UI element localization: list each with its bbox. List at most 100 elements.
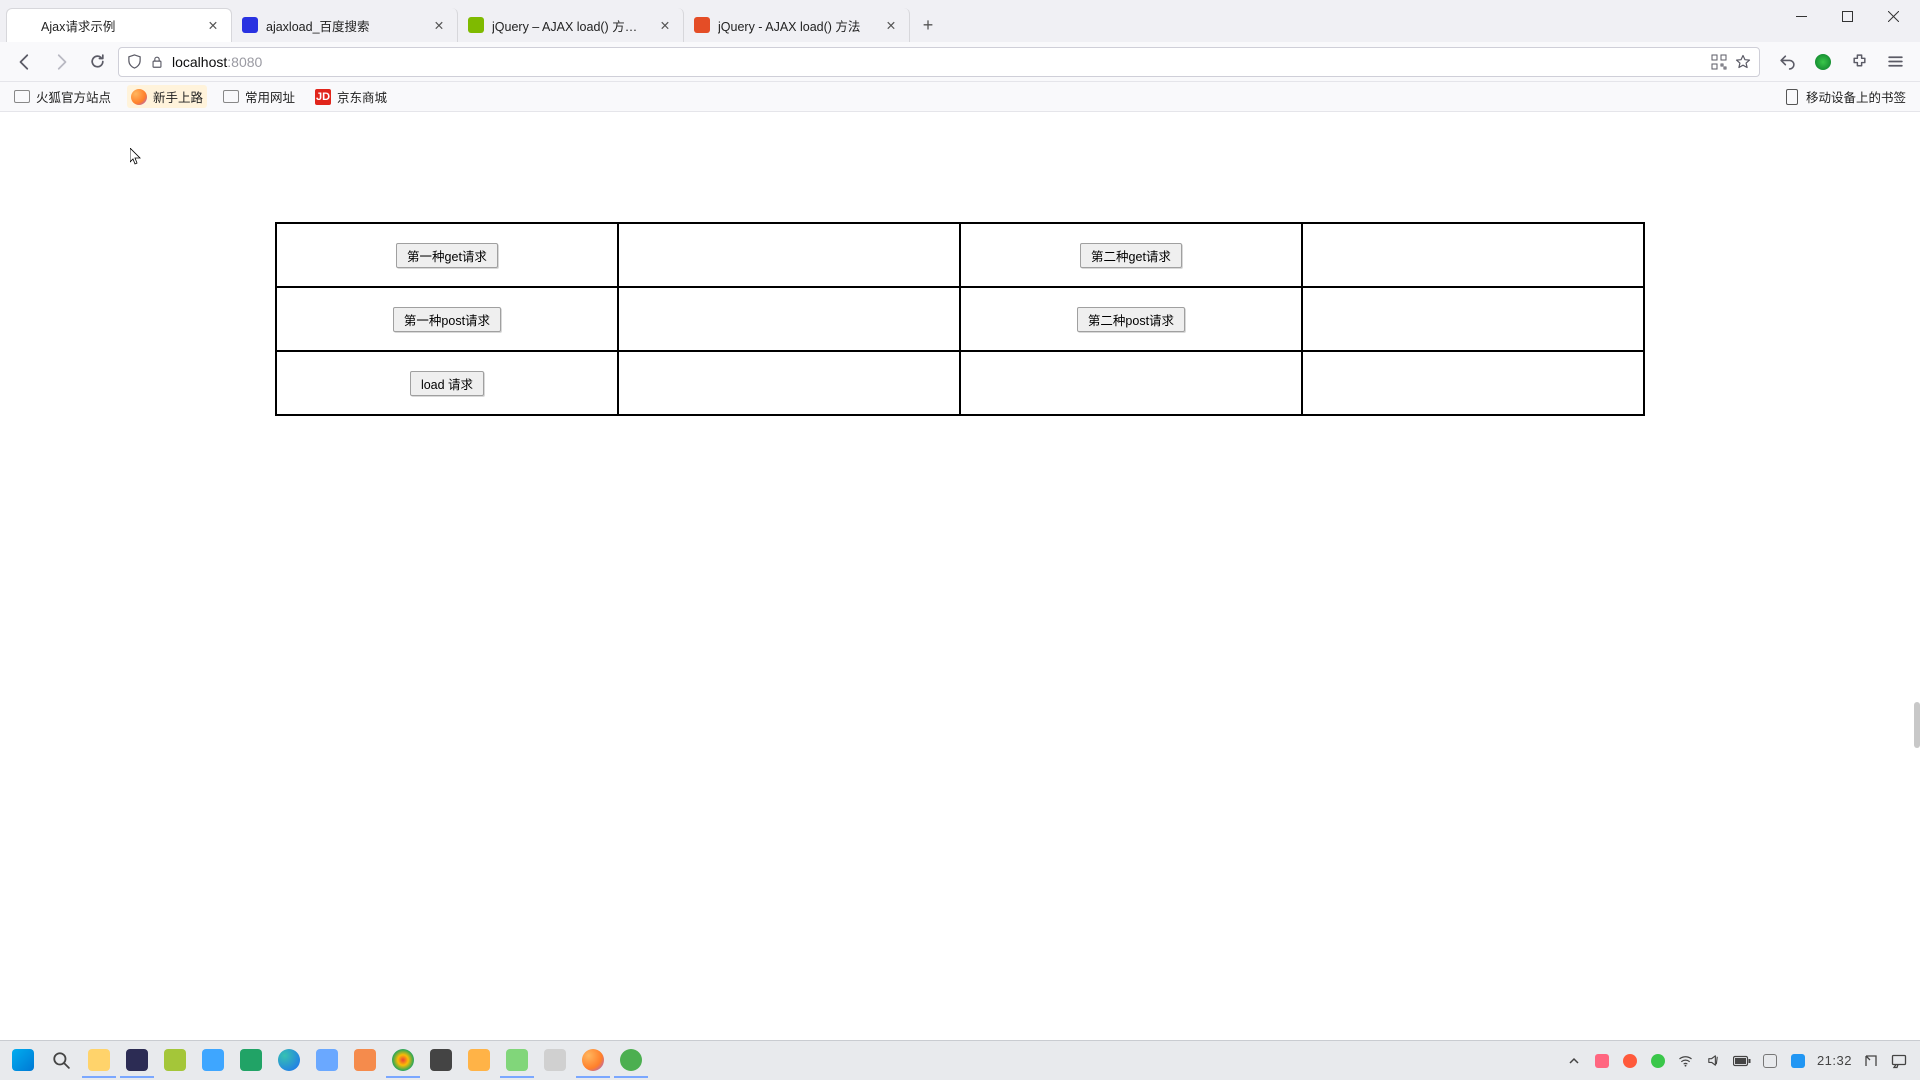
bookmark-label: 常用网址 [245,87,295,106]
tab-1[interactable]: ajaxload_百度搜索 ✕ [232,8,458,42]
tray-app-1-icon[interactable] [1593,1052,1611,1070]
folder-icon [223,89,239,105]
url-text: localhost:8080 [172,54,1703,70]
bookmark-label: 京东商城 [337,87,387,106]
get-type1-button[interactable]: 第一种get请求 [396,243,498,268]
bookmark-item-2[interactable]: 常用网址 [219,85,299,108]
tray-app-5-icon[interactable] [1789,1052,1807,1070]
app-f-icon[interactable] [500,1044,534,1078]
back-button[interactable] [10,47,40,77]
battery-icon[interactable] [1733,1052,1751,1070]
bookmark-item-1[interactable]: 新手上路 [127,85,207,108]
runoob-icon [468,17,484,33]
tab-2[interactable]: jQuery – AJAX load() 方法 | 菜 ✕ [458,8,684,42]
tray-app-4-icon[interactable] [1761,1052,1779,1070]
window-minimize-button[interactable] [1778,0,1824,32]
extension-icon[interactable] [1808,47,1838,77]
mobile-bookmarks-icon [1784,89,1800,105]
navigation-toolbar: localhost:8080 [0,42,1920,82]
get-type2-button[interactable]: 第二种get请求 [1080,243,1182,268]
app-e-icon[interactable] [462,1044,496,1078]
result-cell [618,223,960,287]
forward-button[interactable] [46,47,76,77]
table-row: 第一种post请求 第二种post请求 [276,287,1644,351]
folder-icon [14,89,30,105]
app-h-icon[interactable] [614,1044,648,1078]
tab-title: ajaxload_百度搜索 [266,16,423,35]
bookmark-label: 移动设备上的书签 [1806,87,1906,106]
bookmark-item-0[interactable]: 火狐官方站点 [10,85,115,108]
window-close-button[interactable] [1870,0,1916,32]
baidu-icon [242,17,258,33]
app-b-icon[interactable] [348,1044,382,1078]
app-g-icon[interactable] [538,1044,572,1078]
new-tab-button[interactable]: + [914,11,942,39]
chrome-icon[interactable] [386,1044,420,1078]
post-type2-button[interactable]: 第二种post请求 [1077,307,1185,332]
page-icon [17,18,33,34]
firefox-window: Ajax请求示例 ✕ ajaxload_百度搜索 ✕ jQuery – AJAX… [0,0,1920,1080]
result-cell [1302,223,1644,287]
url-bar[interactable]: localhost:8080 [118,47,1760,77]
bookmarks-bar: 火狐官方站点 新手上路 常用网址 JD 京东商城 移动设备上的书签 [0,82,1920,112]
tray-chevron-icon[interactable] [1565,1052,1583,1070]
app-menu-button[interactable] [1880,47,1910,77]
bookmark-star-icon[interactable] [1735,54,1751,70]
search-button[interactable] [44,1044,78,1078]
tray-app-3-icon[interactable] [1649,1052,1667,1070]
page-content: 第一种get请求 第二种get请求 第一种post请求 第二种post请求 lo… [0,112,1920,416]
table-row: 第一种get请求 第二种get请求 [276,223,1644,287]
w3c-icon [694,17,710,33]
tab-3[interactable]: jQuery - AJAX load() 方法 ✕ [684,8,910,42]
tray-app-6-icon[interactable] [1862,1052,1880,1070]
tab-title: jQuery – AJAX load() 方法 | 菜 [492,16,649,35]
toolbar-right [1772,47,1910,77]
hbuilder-icon[interactable] [234,1044,268,1078]
tab-strip: Ajax请求示例 ✕ ajaxload_百度搜索 ✕ jQuery – AJAX… [0,0,1920,42]
android-icon[interactable] [158,1044,192,1078]
table-row: load 请求 [276,351,1644,415]
bookmark-label: 火狐官方站点 [36,87,111,106]
windows-taskbar: 21:32 [0,1040,1920,1080]
bookmark-overflow[interactable]: 移动设备上的书签 [1780,85,1910,108]
tab-0[interactable]: Ajax请求示例 ✕ [6,8,232,42]
tab-close-icon[interactable]: ✕ [657,17,673,33]
window-controls [1778,0,1916,32]
action-center-icon[interactable] [1890,1052,1908,1070]
url-port: :8080 [227,54,262,70]
tab-title: Ajax请求示例 [41,16,197,35]
empty-cell [960,351,1302,415]
app-a-icon[interactable] [310,1044,344,1078]
start-button[interactable] [6,1044,40,1078]
qr-icon[interactable] [1711,54,1727,70]
extensions-button[interactable] [1844,47,1874,77]
window-maximize-button[interactable] [1824,0,1870,32]
scrollbar-thumb[interactable] [1914,702,1920,748]
tab-close-icon[interactable]: ✕ [883,17,899,33]
clock[interactable]: 21:32 [1817,1053,1852,1068]
tab-close-icon[interactable]: ✕ [205,18,221,34]
wifi-icon[interactable] [1677,1052,1695,1070]
load-request-button[interactable]: load 请求 [410,371,484,396]
tab-title: jQuery - AJAX load() 方法 [718,16,875,35]
pictures-icon[interactable] [196,1044,230,1078]
undo-close-tab-icon[interactable] [1772,47,1802,77]
volume-icon[interactable] [1705,1052,1723,1070]
firefox-icon [131,89,147,105]
file-explorer-icon[interactable] [82,1044,116,1078]
lock-icon[interactable] [150,55,164,69]
ide-icon[interactable] [120,1044,154,1078]
app-d-icon[interactable] [424,1044,458,1078]
tray-app-2-icon[interactable] [1621,1052,1639,1070]
tab-close-icon[interactable]: ✕ [431,17,447,33]
post-type1-button[interactable]: 第一种post请求 [393,307,501,332]
result-cell [618,351,960,415]
reload-button[interactable] [82,47,112,77]
bookmark-item-3[interactable]: JD 京东商城 [311,85,391,108]
result-cell [1302,287,1644,351]
firefox-taskbar-icon[interactable] [576,1044,610,1078]
tracking-shield-icon[interactable] [127,54,142,69]
result-cell [618,287,960,351]
page-viewport: 第一种get请求 第二种get请求 第一种post请求 第二种post请求 lo… [0,112,1920,1040]
edge-icon[interactable] [272,1044,306,1078]
